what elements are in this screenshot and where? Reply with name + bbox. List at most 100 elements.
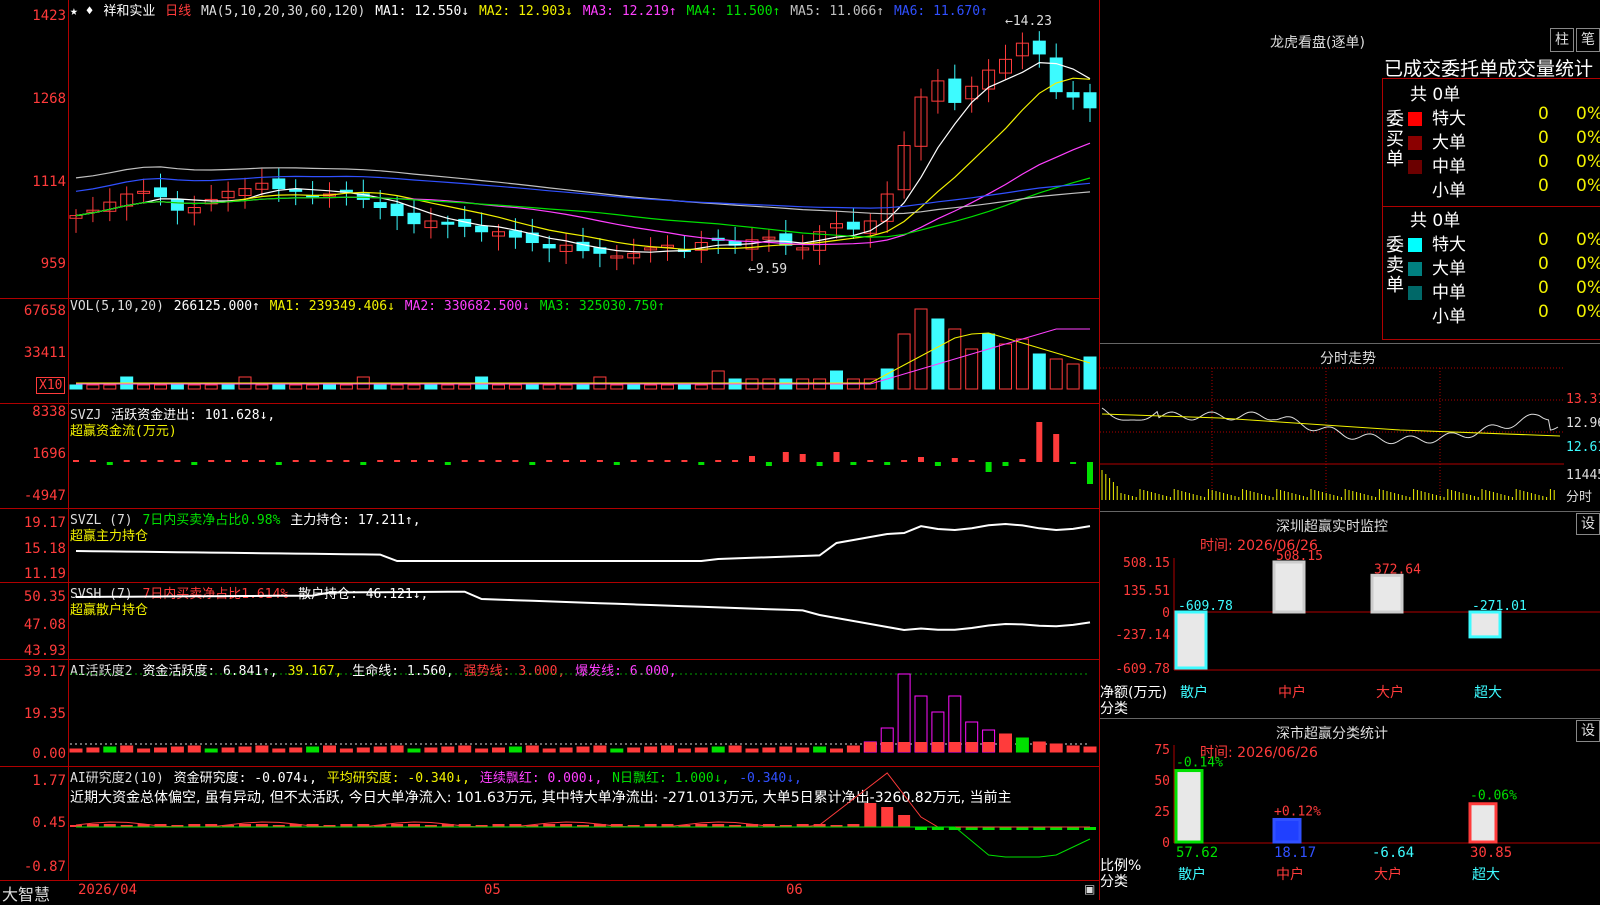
volume-bar [424, 384, 438, 390]
flow-bar [765, 462, 772, 466]
flow-bar [647, 460, 654, 462]
active-bar-base [864, 742, 877, 752]
sz-stats-panel[interactable]: 深市超赢分类统计 设 时间: 2026/06/26 比例% 分类 75 50 25 0… [1100, 718, 1600, 901]
active-bar [356, 747, 370, 753]
active-bar [1083, 746, 1097, 753]
volume-bar [576, 384, 590, 390]
sz-ytick: 508.15 [1123, 556, 1170, 571]
ai-active-panel[interactable]: AI活跃度2 资金活跃度: 6.841↑, 39.167, 生命线: 1.560… [0, 660, 1099, 766]
svzj-bars [73, 422, 1093, 484]
volume-bar [390, 384, 404, 390]
active-bar-base [982, 742, 995, 752]
volume-bar [644, 384, 658, 390]
svsh-panel[interactable]: SVSH (7) 7日内买卖净占比1.614% 散户持仓: 46.121↓, 超… [0, 583, 1099, 660]
flow-bar [1019, 459, 1026, 462]
monitor-bar [1272, 560, 1306, 614]
volume-bar [458, 384, 472, 390]
flow-bar [1036, 422, 1043, 462]
volume-panel[interactable]: VOL(5,10,20) 266125.000↑ MA1: 239349.406… [0, 299, 1099, 404]
active-bar [492, 747, 505, 753]
candlestick-chart[interactable] [0, 0, 1099, 293]
order-percent: 0% [1576, 302, 1600, 322]
flow-bar [157, 460, 164, 462]
flow-bar [275, 462, 282, 465]
svzl-line [75, 522, 1091, 562]
volume-bar [661, 384, 674, 390]
active-bar [289, 747, 303, 753]
dragon-panel[interactable]: 龙虎看盘(逐单) 柱 笔 已成交委托单成交量统计 委买单 委卖单 共 0单 共 … [1100, 0, 1600, 343]
active-bar [69, 748, 83, 753]
svzl-panel[interactable]: SVZL (7) 7日内买卖净占比0.98% 主力持仓: 17.211↑, 超赢… [0, 509, 1099, 583]
intraday-panel[interactable]: 分时走势 13.31 12.96 12.61 11445 分时 [1100, 343, 1600, 512]
volume-bar [1049, 358, 1063, 390]
monitor-bar [1468, 610, 1502, 639]
flow-bar [918, 457, 924, 462]
category-label: 中户 [1276, 866, 1304, 883]
lock-icon[interactable]: ▣ [1084, 882, 1095, 896]
active-bar [745, 748, 759, 753]
volume-bar [677, 384, 691, 390]
candle-body [1066, 92, 1080, 98]
active-bar [441, 746, 455, 753]
volume-bar [931, 318, 945, 390]
candle-body [1032, 40, 1046, 55]
price-panel[interactable]: ★ ♦ 祥和实业 日线 MA(5,10,20,30,60,120) MA1: 1… [0, 0, 1099, 293]
dragon-tabs[interactable]: 已成交委托单成交量统计 [1384, 54, 1593, 81]
active-bar [137, 748, 151, 753]
volume-bar [694, 384, 708, 390]
monitor-bar [1174, 610, 1208, 670]
active-bar-base [898, 742, 911, 752]
active-bar [897, 673, 911, 753]
volume-bar [914, 308, 928, 390]
volume-bar [508, 384, 522, 390]
ai-research-panel[interactable]: AI研究度2(10) 资金研究度: -0.074↓, 平均研究度: -0.340… [0, 767, 1099, 880]
order-type-label: 大单 [1432, 259, 1466, 279]
active-bar [306, 746, 320, 753]
tick-mode-button[interactable]: 笔 [1576, 28, 1600, 52]
order-count: 0 [1538, 152, 1549, 172]
order-type-label: 小单 [1432, 181, 1466, 201]
flow-bar [444, 462, 451, 465]
candle-body [441, 221, 455, 225]
volume-bar [559, 384, 573, 390]
stats-bar [1174, 769, 1204, 844]
active-bar [475, 748, 489, 753]
volume-bar [221, 384, 235, 390]
order-row: 小单 0 0% [1408, 302, 1600, 327]
flow-bar [749, 456, 755, 462]
active-bar [424, 747, 438, 753]
dragon-title: 龙虎看盘(逐单) [1270, 35, 1365, 51]
active-bar-base [915, 742, 927, 752]
active-bar [323, 745, 336, 753]
active-bar [846, 745, 860, 753]
active-bar [103, 746, 117, 753]
volume-bar [1032, 353, 1046, 390]
flow-bar [106, 462, 113, 465]
active-bar [711, 746, 725, 753]
active-bar [187, 745, 201, 753]
active-bar [238, 746, 252, 753]
volume-bar [339, 384, 353, 390]
active-bar [390, 745, 404, 753]
volume-bar [407, 384, 421, 390]
stats-bar [1468, 802, 1498, 844]
active-bar [813, 746, 827, 753]
order-percent: 0% [1576, 254, 1600, 274]
active-bar [373, 746, 387, 753]
flow-bar [901, 460, 908, 462]
flow-bar [478, 460, 485, 462]
flow-bar [867, 460, 874, 462]
active-bar [272, 748, 286, 753]
active-bar [677, 748, 691, 753]
bar-mode-button[interactable]: 柱 [1550, 28, 1574, 52]
sz-monitor-panel[interactable]: 深圳超赢实时监控 设 时间: 2026/06/26 净额(万元) 分类 508.… [1100, 511, 1600, 719]
category-label: 大户 [1374, 866, 1402, 883]
candle-body [542, 243, 556, 249]
flow-bar [411, 460, 417, 462]
volume-bar [373, 384, 387, 390]
svzj-panel[interactable]: SVZJ 活跃资金进出: 101.628↓, 超赢资金流(万元) 8338 16… [0, 404, 1099, 508]
volume-bar [306, 384, 320, 390]
active-bar [593, 745, 607, 753]
active-bar [728, 745, 742, 753]
order-type-label: 中单 [1432, 157, 1466, 177]
